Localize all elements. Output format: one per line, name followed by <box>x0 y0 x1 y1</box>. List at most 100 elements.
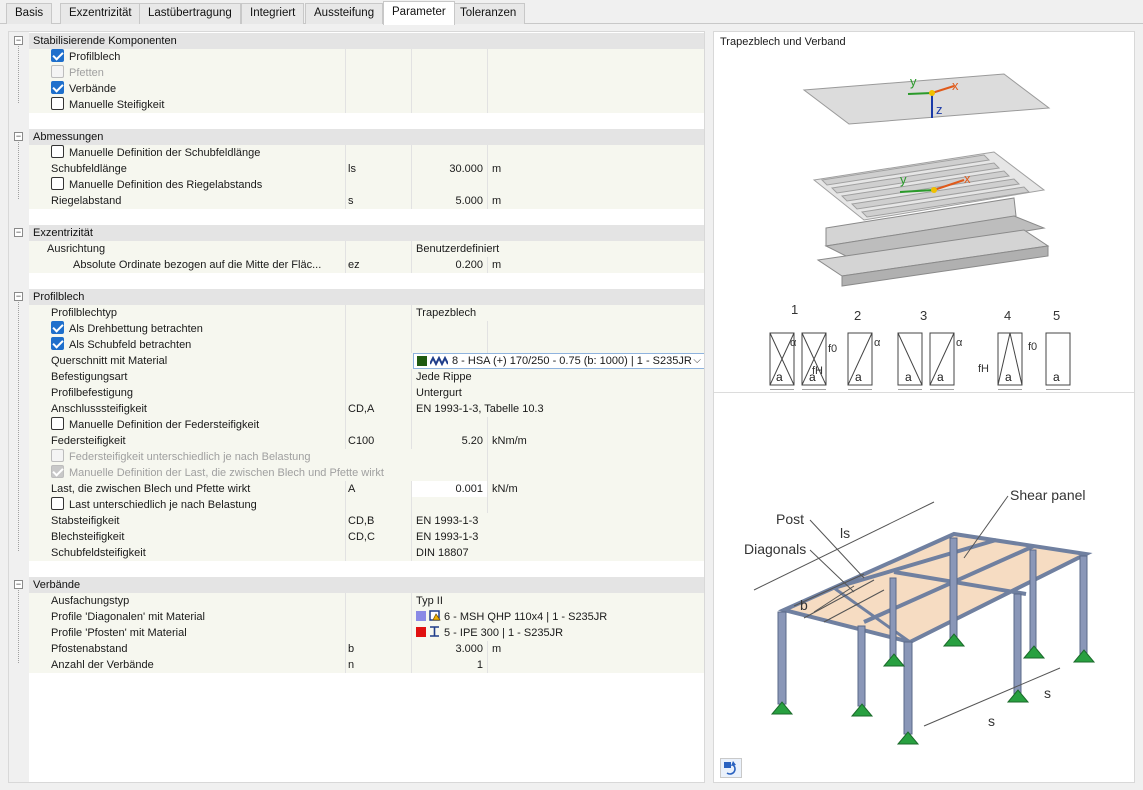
tab-basis[interactable]: Basis <box>6 3 53 24</box>
collapse-pb-icon[interactable]: − <box>14 292 23 301</box>
ls-label: ls <box>840 525 850 541</box>
schubfeldlaenge-value[interactable]: 30.000 <box>411 161 487 177</box>
stabsteifigkeit-value[interactable]: EN 1993-1-3 <box>411 513 704 529</box>
i-beam-icon <box>430 626 439 637</box>
frame-structure <box>770 531 1096 745</box>
dim-a-7: a <box>1053 370 1060 384</box>
manuelle-steifigkeit-checkbox[interactable] <box>51 97 64 110</box>
last-value[interactable]: 0.001 <box>411 481 487 497</box>
section-title: Abmessungen <box>33 131 104 143</box>
grid-gutter <box>9 32 29 782</box>
schubfeld-checkbox[interactable] <box>51 337 64 350</box>
alpha-label: α <box>790 337 797 349</box>
frame-figure: Shear panel Post Diagonals ls b s s <box>744 487 1096 745</box>
dim-a-5: a <box>937 370 944 384</box>
section-exzentrizitaet: Exzentrizität <box>29 225 704 241</box>
f0-label-4: f0 <box>1028 341 1037 353</box>
hollow-section-icon <box>429 610 441 621</box>
tab-integriert[interactable]: Integriert <box>241 3 305 24</box>
section-abmessungen: Abmessungen <box>29 129 704 145</box>
last-unterschiedlich-checkbox[interactable] <box>51 497 64 510</box>
ausfachungstyp-value[interactable]: Typ II <box>411 593 704 609</box>
row-profilblechtyp: Profilblechtyp Trapezblech <box>29 305 704 321</box>
dim-a-6: a <box>1005 370 1012 384</box>
chevron-down-icon[interactable]: ⌵ <box>693 355 701 366</box>
schubfeldsteifigkeit-value[interactable]: DIN 18807 <box>411 545 704 561</box>
trapezoidal-sheet-icon <box>430 356 448 366</box>
type-1-label: 1 <box>791 302 798 317</box>
section-title: Exzentrizität <box>33 227 93 239</box>
tree-line <box>18 302 19 551</box>
material-color-swatch <box>416 611 426 621</box>
type-3-label: 3 <box>920 308 927 323</box>
section-profilblech: Profilblech <box>29 289 704 305</box>
man-last-checkbox <box>51 465 64 478</box>
row-diagonalen: Profile 'Diagonalen' mit Material 6 - MS… <box>29 609 704 625</box>
tab-aussteifung[interactable]: Aussteifung <box>305 3 384 24</box>
collapse-exz-icon[interactable]: − <box>14 228 23 237</box>
collapse-vb-icon[interactable]: − <box>14 580 23 589</box>
section-title: Profilblech <box>33 291 85 303</box>
federsteifigkeit-value[interactable]: 5.20 <box>411 433 487 449</box>
row-riegelabstand: Riegelabstand s 5.000 m <box>29 193 704 209</box>
row-stabsteifigkeit: Stabsteifigkeit CD,B EN 1993-1-3 <box>29 513 704 529</box>
row-schubfeld: Als Schubfeld betrachten <box>29 337 704 353</box>
abs-ordinate-value[interactable]: 0.200 <box>411 257 487 273</box>
anschlusssteifigkeit-value[interactable]: EN 1993-1-3, Tabelle 10.3 <box>411 401 704 417</box>
profilbefestigung-value[interactable]: Untergurt <box>411 385 704 401</box>
row-last-unterschiedlich: Last unterschiedlich je nach Belastung <box>29 497 704 513</box>
refresh-view-button[interactable] <box>720 758 742 778</box>
tree-line <box>18 46 19 103</box>
anzahl-value[interactable]: 1 <box>411 657 487 673</box>
row-abs-ordinate: Absolute Ordinate bezogen auf die Mitte … <box>29 257 704 273</box>
profilblechtyp-value[interactable]: Trapezblech <box>411 305 704 321</box>
b-label: b <box>800 597 808 613</box>
tab-toleranzen[interactable]: Toleranzen <box>451 3 526 24</box>
dim-a-3: a <box>855 370 862 384</box>
axis-z-label: z <box>936 102 943 117</box>
row-profilblech: Profilblech <box>29 49 704 65</box>
dim-a-1: a <box>776 370 783 384</box>
section-title: Stabilisierende Komponenten <box>33 35 177 47</box>
riegelabstand-value[interactable]: 5.000 <box>411 193 487 209</box>
man-feder-checkbox[interactable] <box>51 417 64 430</box>
row-drehbettung: Als Drehbettung betrachten <box>29 321 704 337</box>
tab-parameter[interactable]: Parameter <box>383 1 455 25</box>
type-5-label: 5 <box>1053 308 1060 323</box>
row-pfostenabstand: Pfostenabstand b 3.000 m <box>29 641 704 657</box>
row-pfosten: Profile 'Pfosten' mit Material 5 - IPE 3… <box>29 625 704 641</box>
pfostenabstand-value[interactable]: 3.000 <box>411 641 487 657</box>
diagonalen-value[interactable]: 6 - MSH QHP 110x4 | 1 - S235JR <box>411 609 704 625</box>
trapezblech-verband-figure: x y z x y 1 2 3 4 5 fH f0 f0 fH α α α <box>769 73 1071 390</box>
row-federsteifigkeit: Federsteifigkeit C100 5.20 kNm/m <box>29 433 704 449</box>
collapse-stab-icon[interactable]: − <box>14 36 23 45</box>
man-riegel-checkbox[interactable] <box>51 177 64 190</box>
tab-exzentrizitaet[interactable]: Exzentrizität <box>60 3 141 24</box>
row-man-schub: Manuelle Definition der Schubfeldlänge <box>29 145 704 161</box>
drehbettung-checkbox[interactable] <box>51 321 64 334</box>
plate-top <box>802 73 1051 125</box>
section-verbaende: Verbände <box>29 577 704 593</box>
tree-line <box>18 590 19 663</box>
profilblech-checkbox[interactable] <box>51 49 64 62</box>
pfosten-value[interactable]: 5 - IPE 300 | 1 - S235JR <box>411 625 704 641</box>
row-profilbefestigung: Profilbefestigung Untergurt <box>29 385 704 401</box>
befestigungsart-value[interactable]: Jede Rippe <box>411 369 704 385</box>
verbaende-checkbox[interactable] <box>51 81 64 94</box>
post-label: Post <box>776 511 804 527</box>
collapse-abm-icon[interactable]: − <box>14 132 23 141</box>
property-grid: − Stabilisierende Komponenten Profilblec… <box>8 31 705 783</box>
querschnitt-select[interactable]: 8 - HSA (+) 170/250 - 0.75 (b: 1000) | 1… <box>413 353 704 369</box>
row-last: Last, die zwischen Blech und Pfette wirk… <box>29 481 704 497</box>
blechsteifigkeit-value[interactable]: EN 1993-1-3 <box>411 529 704 545</box>
row-ausrichtung: Ausrichtung Benutzerdefiniert <box>29 241 704 257</box>
row-anzahl: Anzahl der Verbände n 1 <box>29 657 704 673</box>
man-schub-checkbox[interactable] <box>51 145 64 158</box>
feder-unterschiedlich-checkbox <box>51 449 64 462</box>
tab-lastuebertragung[interactable]: Lastübertragung <box>139 3 241 24</box>
ausrichtung-value[interactable]: Benutzerdefiniert <box>411 241 704 257</box>
axis-y-label-2: y <box>900 172 907 187</box>
axis-x-label: x <box>952 78 959 93</box>
refresh-view-icon <box>724 761 736 775</box>
pfetten-checkbox <box>51 65 64 78</box>
